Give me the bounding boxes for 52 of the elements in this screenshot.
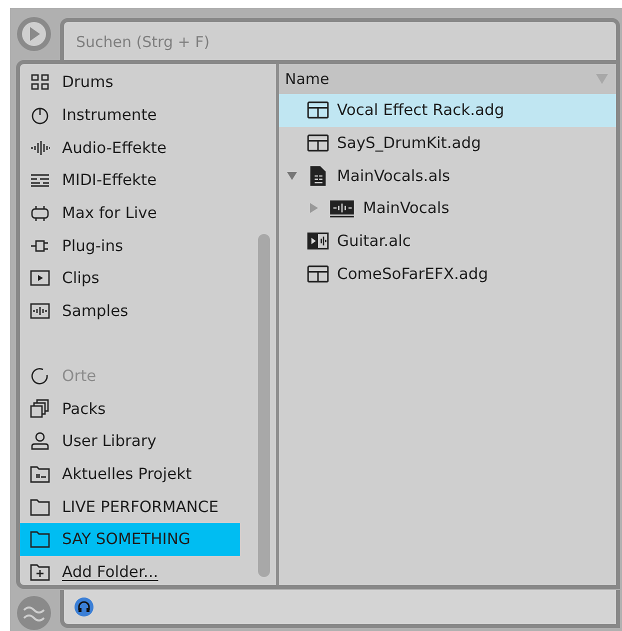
sidebar-item[interactable]: Instrumente — [20, 98, 258, 132]
person-icon — [30, 431, 50, 452]
arc-icon — [30, 366, 50, 386]
rack-icon — [307, 132, 329, 154]
folder-icon — [30, 464, 50, 484]
rounded-rectangle-icon — [30, 203, 50, 224]
stacked-squares-icon — [30, 398, 50, 419]
file-name: MainVocals — [363, 199, 450, 218]
file-row[interactable]: SayS_DrumKit.adg — [279, 126, 616, 160]
search-field[interactable]: Suchen (Strg + F) — [60, 18, 620, 62]
file-name: ComeSoFarEFX.adg — [337, 264, 488, 283]
file-row[interactable]: Guitar.alc — [279, 224, 616, 258]
scrollbar[interactable] — [258, 234, 270, 577]
headphones-icon[interactable] — [74, 597, 94, 617]
folder-icon — [30, 529, 50, 550]
folder-plus-icon — [30, 562, 50, 582]
sidebar-item[interactable]: Drums — [20, 66, 258, 99]
column-header[interactable]: Name — [279, 64, 616, 94]
add-folder-link[interactable]: Add Folder... — [62, 562, 158, 581]
waveform-box-icon — [30, 301, 50, 322]
sidebar-item[interactable]: Packs — [20, 392, 258, 425]
folder-icon — [30, 496, 50, 517]
sidebar-item[interactable]: LIVE PERFORMANCE — [20, 490, 258, 523]
grid-icon — [30, 72, 50, 92]
file-row[interactable]: MainVocals — [279, 192, 616, 225]
rack-icon — [307, 99, 329, 122]
sidebar-item[interactable]: SAY SOMETHING — [20, 522, 240, 556]
play-box-icon — [30, 268, 50, 288]
file-row[interactable]: ComeSoFarEFX.adg — [279, 257, 616, 290]
file-name: Vocal Effect Rack.adg — [337, 101, 504, 120]
sort-triangle-icon — [596, 74, 608, 84]
file-name: SayS_DrumKit.adg — [337, 134, 481, 152]
section-header: Orte — [62, 366, 96, 385]
rack-icon — [307, 262, 329, 285]
wave-icon[interactable] — [16, 595, 52, 631]
file-row[interactable]: Vocal Effect Rack.adg — [279, 94, 616, 127]
clip-icon — [307, 230, 329, 252]
sidebar-item[interactable]: Max for Live — [20, 196, 258, 230]
file-name: MainVocals.als — [337, 166, 450, 185]
sidebar-item[interactable]: MIDI-Effekte — [20, 164, 258, 197]
sidebar-item[interactable]: User Library — [20, 424, 258, 458]
sidebar-item[interactable]: Audio-Effekte — [20, 131, 258, 164]
knob-icon — [30, 105, 50, 126]
sidebar-item[interactable]: Plug-ins — [20, 229, 258, 262]
sidebar-item[interactable]: Clips — [20, 262, 258, 295]
triangle-right-icon[interactable] — [309, 203, 319, 214]
sidebar-item[interactable]: Samples — [20, 294, 258, 328]
play-icon[interactable] — [16, 16, 52, 52]
sidebar-item[interactable]: Aktuelles Projekt — [20, 458, 258, 490]
file-name: Guitar.alc — [337, 232, 411, 250]
triangle-down-icon[interactable] — [287, 170, 297, 181]
file-row[interactable]: MainVocals.als — [279, 159, 616, 192]
